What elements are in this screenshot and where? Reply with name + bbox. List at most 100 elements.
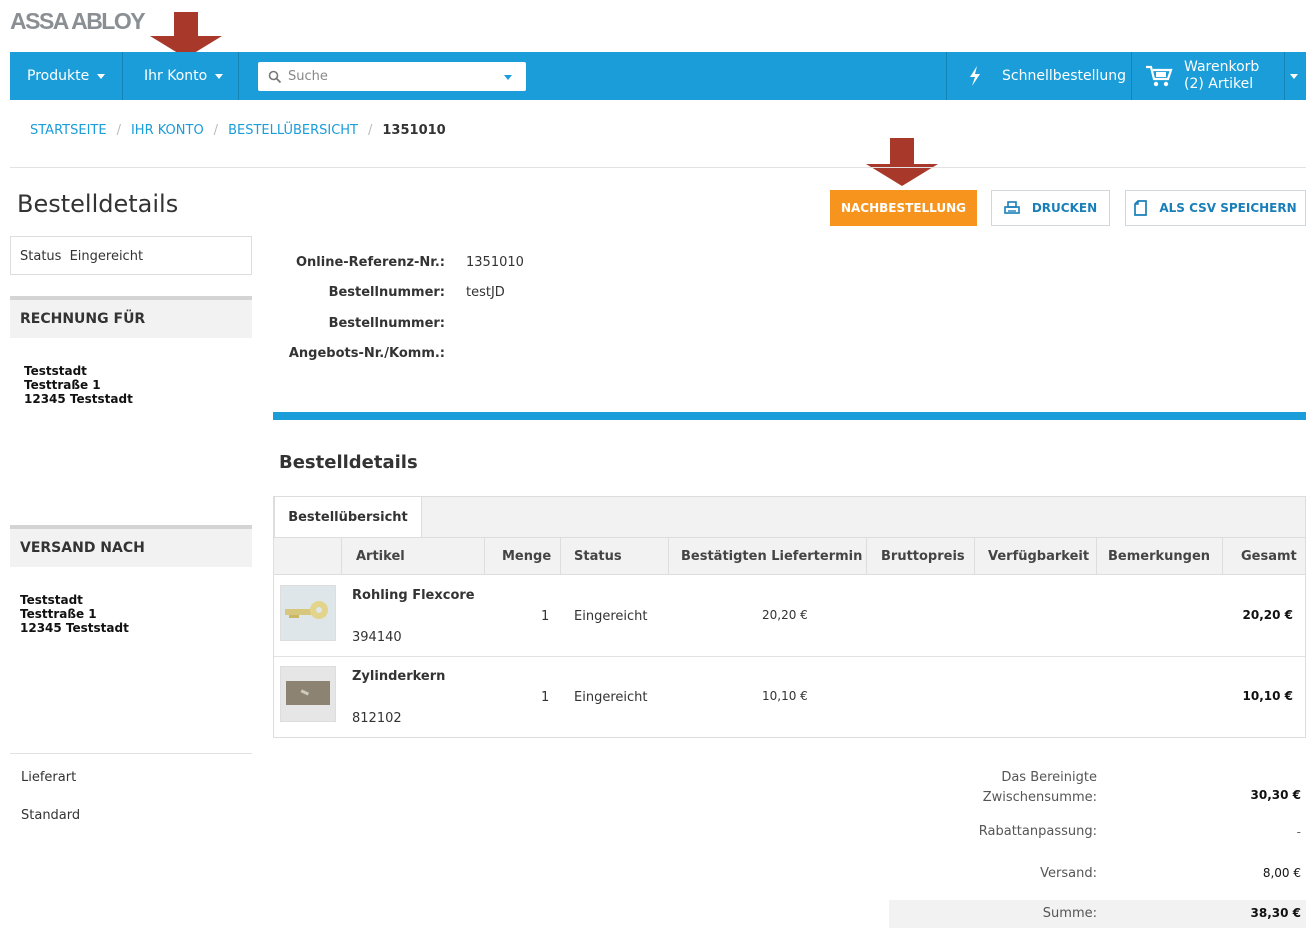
key-blank-icon	[281, 586, 335, 640]
offer-label: Angebots-Nr./Komm.:	[288, 346, 445, 361]
order-number-label: Bestellnummer:	[328, 285, 445, 300]
tab-bar: Bestellübersicht	[273, 496, 1306, 538]
product-total: 20,20 €	[1242, 608, 1293, 622]
column-header: Bemerkungen	[1108, 549, 1211, 564]
nav-account[interactable]: Ihr Konto	[144, 52, 224, 100]
table-row: Rohling Flexcore 394140 1 Eingereicht 20…	[274, 576, 1305, 657]
nav-quick-order-label: Schnellbestellung	[1002, 68, 1127, 84]
main-navbar: Produkte Ihr Konto Suche Schnellbestellu…	[10, 52, 1306, 100]
delivery-value: Standard	[21, 808, 81, 823]
breadcrumb-orders[interactable]: BESTELLÜBERSICHT	[228, 123, 358, 138]
total-label: Summe:	[1042, 906, 1097, 921]
billing-heading: RECHNUNG FÜR	[10, 296, 252, 338]
address-line: Testtraße 1	[20, 607, 97, 621]
address-line: Teststadt	[20, 593, 83, 607]
product-quantity: 1	[541, 609, 550, 624]
product-quantity: 1	[541, 690, 550, 705]
order-number-value: testJD	[466, 285, 505, 300]
online-ref-label: Online-Referenz-Nr.:	[295, 255, 445, 270]
status-value: Eingereicht	[69, 249, 144, 264]
product-name[interactable]: Zylinderkern	[352, 669, 445, 684]
online-ref-value: 1351010	[466, 255, 524, 270]
product-image-key-blank[interactable]	[280, 585, 336, 641]
address-line: Teststadt	[24, 364, 87, 378]
annotation-arrow-icon	[866, 138, 938, 188]
cart-title: Warenkorb	[1184, 59, 1260, 75]
subtotal-label: Das Bereinigte Zwischensumme:	[983, 768, 1097, 808]
chevron-down-icon[interactable]	[504, 75, 512, 80]
product-price: 10,10 €	[762, 689, 808, 703]
print-button[interactable]: DRUCKEN	[991, 190, 1110, 226]
shipping-cost-value: 8,00 €	[1262, 866, 1301, 880]
column-header: Menge	[502, 549, 552, 564]
table-header: Artikel Menge Status Bestätigten Liefert…	[274, 538, 1305, 575]
cylinder-core-icon	[281, 667, 335, 721]
table-row: Zylinderkern 812102 1 Eingereicht 10,10 …	[274, 657, 1305, 738]
save-csv-label: ALS CSV SPEICHERN	[1159, 201, 1297, 215]
total-row	[889, 900, 1306, 928]
discount-label: Rabattanpassung:	[978, 824, 1097, 839]
breadcrumb-current: 1351010	[382, 123, 446, 138]
order-number2-label: Bestellnummer:	[328, 316, 445, 331]
lightning-icon	[970, 66, 980, 86]
billing-address: Teststadt Testtraße 1 12345 Teststadt	[24, 364, 133, 406]
document-icon	[1134, 200, 1148, 216]
column-header: Verfügbarkeit	[988, 549, 1090, 564]
chevron-down-icon	[1290, 73, 1298, 79]
brand-logo[interactable]: ASSA ABLOY	[10, 8, 146, 35]
reorder-label: NACHBESTELLUNG	[840, 201, 967, 215]
nav-quick-order[interactable]: Schnellbestellung	[968, 52, 1126, 100]
discount-value: -	[1296, 825, 1301, 839]
column-header: Artikel	[356, 549, 405, 564]
subtotal-label-line: Das Bereinigte	[1001, 770, 1097, 785]
details-title: Bestelldetails	[279, 452, 418, 473]
chevron-down-icon	[215, 73, 224, 79]
subtotal-value: 30,30 €	[1250, 788, 1301, 802]
nav-account-label: Ihr Konto	[144, 68, 208, 84]
breadcrumb-home[interactable]: STARTSEITE	[30, 123, 107, 138]
status-label: Status	[20, 249, 62, 264]
delivery-label: Lieferart	[21, 770, 77, 785]
shipping-heading: VERSAND NACH	[10, 525, 252, 567]
product-image-cylinder-core[interactable]	[280, 666, 336, 722]
address-line: 12345 Teststadt	[24, 392, 133, 406]
cart-dropdown-toggle[interactable]	[1288, 52, 1298, 100]
breadcrumb: STARTSEITE / IHR KONTO / BESTELLÜBERSICH…	[30, 123, 446, 138]
printer-icon	[1004, 201, 1020, 214]
order-items-table: Artikel Menge Status Bestätigten Liefert…	[273, 537, 1306, 738]
address-line: Testtraße 1	[24, 378, 101, 392]
column-header: Status	[574, 549, 622, 564]
divider	[10, 753, 252, 754]
shipping-cost-label: Versand:	[1040, 866, 1097, 881]
search-icon	[268, 70, 282, 83]
product-price: 20,20 €	[762, 608, 808, 622]
cart-count: (2) Artikel	[1184, 76, 1254, 92]
nav-products-label: Produkte	[27, 68, 90, 84]
column-header: Gesamt	[1241, 549, 1297, 564]
nav-products[interactable]: Produkte	[27, 52, 106, 100]
product-sku: 812102	[352, 711, 402, 726]
product-status: Eingereicht	[574, 690, 648, 705]
save-csv-button[interactable]: ALS CSV SPEICHERN	[1125, 190, 1306, 226]
product-sku: 394140	[352, 630, 402, 645]
total-value: 38,30 €	[1250, 906, 1301, 920]
shipping-address: Teststadt Testtraße 1 12345 Teststadt	[20, 593, 129, 635]
address-line: 12345 Teststadt	[20, 621, 129, 635]
print-label: DRUCKEN	[1031, 201, 1098, 215]
tab-order-overview[interactable]: Bestellübersicht	[274, 496, 422, 538]
product-name[interactable]: Rohling Flexcore	[352, 588, 475, 603]
column-header: Bruttopreis	[881, 549, 965, 564]
search-input[interactable]: Suche	[258, 62, 526, 91]
product-status: Eingereicht	[574, 609, 648, 624]
breadcrumb-account[interactable]: IHR KONTO	[131, 123, 204, 138]
chevron-down-icon	[97, 73, 106, 79]
shopping-cart-icon	[1146, 65, 1173, 87]
subtotal-label-line: Zwischensumme:	[982, 790, 1097, 805]
nav-cart[interactable]: Warenkorb (2) Artikel	[1144, 52, 1259, 100]
status-box: Status Eingereicht	[10, 236, 252, 275]
section-divider	[273, 412, 1306, 420]
divider	[10, 167, 1306, 168]
column-header: Bestätigten Liefertermin	[681, 549, 863, 564]
search-placeholder: Suche	[288, 69, 328, 84]
reorder-button[interactable]: NACHBESTELLUNG	[830, 190, 977, 226]
